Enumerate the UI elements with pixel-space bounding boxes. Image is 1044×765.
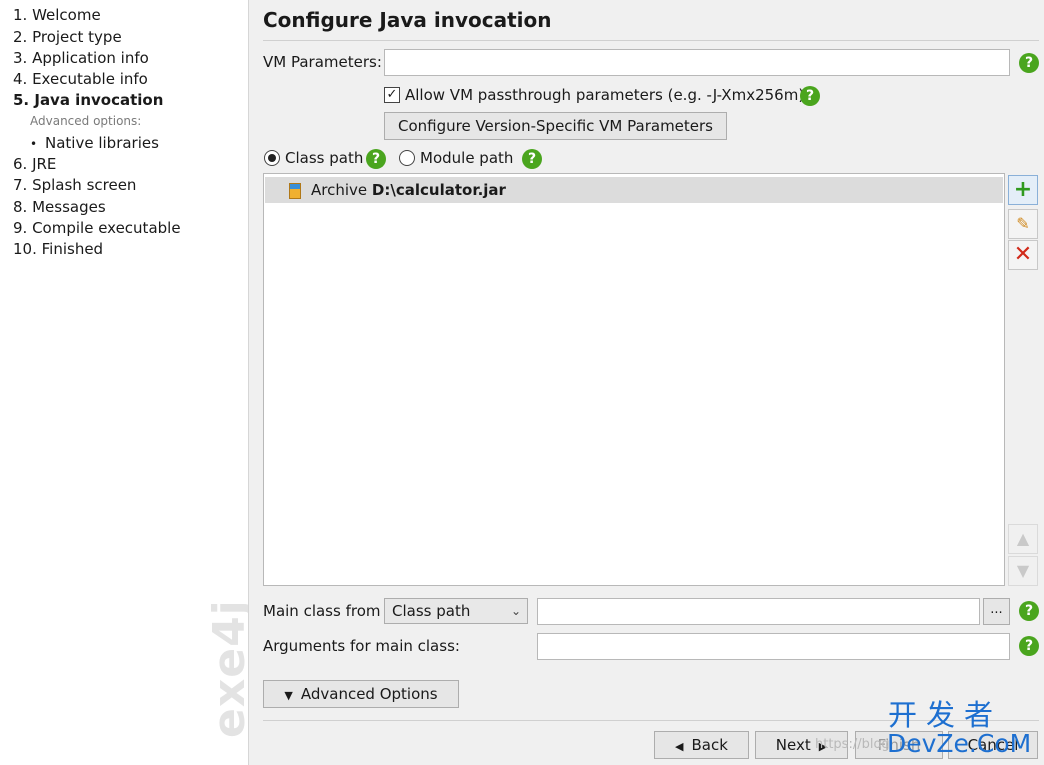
sidebar-advanced-options-label: Advanced options: — [30, 114, 142, 128]
edit-entry-button[interactable]: ✎ — [1008, 209, 1038, 239]
configure-version-specific-vm-button[interactable]: Configure Version-Specific VM Parameters — [384, 112, 727, 140]
move-up-button[interactable]: ▲ — [1008, 524, 1038, 554]
passthrough-checkbox[interactable]: ✓ — [384, 87, 400, 103]
arguments-label: Arguments for main class: — [263, 637, 460, 655]
list-item[interactable]: Archive D:\calculator.jar — [265, 177, 1003, 203]
plus-icon: + — [1013, 177, 1033, 202]
module-path-help-icon[interactable]: ? — [522, 149, 542, 169]
sidebar-substep-native-libraries[interactable]: • Native libraries — [30, 133, 159, 155]
pencil-icon: ✎ — [1016, 214, 1030, 233]
archive-path: D:\calculator.jar — [371, 181, 506, 199]
archive-prefix: Archive — [311, 181, 368, 199]
title-divider — [263, 40, 1039, 41]
add-entry-button[interactable]: + — [1008, 175, 1038, 205]
sidebar-step-finished[interactable]: 10. Finished — [13, 239, 103, 260]
back-button[interactable]: ◀ Back — [654, 731, 749, 759]
select-value: Class path — [392, 602, 471, 620]
vm-parameters-input[interactable] — [384, 49, 1010, 76]
chevron-up-icon: ▲ — [1016, 529, 1030, 548]
module-path-radio[interactable] — [399, 150, 415, 166]
devze-brand-watermark: 开发者 DevZe.CoM — [885, 697, 1044, 765]
brand-cn-text: 开发者 — [888, 698, 1003, 732]
sidebar-step-welcome[interactable]: 1. Welcome — [13, 5, 101, 26]
module-path-label[interactable]: Module path — [420, 148, 513, 168]
class-path-help-icon[interactable]: ? — [366, 149, 386, 169]
browse-main-class-button[interactable]: ... — [983, 598, 1010, 625]
main-class-help-icon[interactable]: ? — [1019, 601, 1039, 621]
chevron-down-icon: ▼ — [1016, 561, 1030, 580]
advanced-options-button[interactable]: ▼ Advanced Options — [263, 680, 459, 708]
passthrough-label: Allow VM passthrough parameters (e.g. -J… — [405, 86, 805, 104]
class-path-list[interactable]: Archive D:\calculator.jar — [263, 173, 1005, 586]
blog-url-watermark: https://blog — [815, 737, 890, 752]
sidebar-step-messages[interactable]: 8. Messages — [13, 197, 106, 218]
delete-entry-button[interactable]: ✕ — [1008, 240, 1038, 270]
sidebar-step-jre[interactable]: 6. JRE — [13, 154, 56, 175]
exe4j-watermark-logo: exe4j — [204, 599, 249, 738]
sidebar-step-java-invocation[interactable]: 5. Java invocation — [13, 90, 163, 111]
vm-parameters-label: VM Parameters: — [263, 53, 382, 71]
chevron-left-icon: ◀ — [675, 740, 684, 753]
page-title: Configure Java invocation — [263, 8, 552, 32]
arguments-input[interactable] — [537, 633, 1010, 660]
chevron-down-icon: ⌄ — [510, 604, 521, 618]
move-down-button[interactable]: ▼ — [1008, 556, 1038, 586]
class-path-label[interactable]: Class path — [285, 148, 363, 168]
vm-parameters-help-icon[interactable]: ? — [1019, 53, 1039, 73]
sidebar-substep-label: Native libraries — [45, 134, 159, 152]
jar-file-icon — [289, 183, 301, 199]
main-class-source-select[interactable]: Class path ⌄ — [384, 598, 528, 624]
sidebar-step-project-type[interactable]: 2. Project type — [13, 27, 122, 48]
sidebar-step-splash-screen[interactable]: 7. Splash screen — [13, 175, 136, 196]
x-mark-icon: ✕ — [1013, 242, 1033, 267]
main-class-input[interactable] — [537, 598, 980, 625]
arguments-help-icon[interactable]: ? — [1019, 636, 1039, 656]
list-item-text: Archive D:\calculator.jar — [311, 180, 506, 200]
advanced-options-label: Advanced Options — [300, 685, 438, 703]
passthrough-help-icon[interactable]: ? — [800, 86, 820, 106]
class-path-radio[interactable] — [264, 150, 280, 166]
sidebar-step-application-info[interactable]: 3. Application info — [13, 48, 149, 69]
next-label: Next — [775, 736, 811, 754]
sidebar-step-executable-info[interactable]: 4. Executable info — [13, 69, 148, 90]
sidebar-step-compile-executable[interactable]: 9. Compile executable — [13, 218, 181, 239]
main-class-from-label: Main class from — [263, 602, 381, 620]
wizard-sidebar: 1. Welcome 2. Project type 3. Applicatio… — [0, 0, 249, 765]
bullet-icon: • — [30, 137, 38, 151]
brand-en-text: DevZe.CoM — [887, 729, 1032, 758]
triangle-down-icon: ▼ — [284, 689, 293, 702]
back-label: Back — [691, 736, 728, 754]
